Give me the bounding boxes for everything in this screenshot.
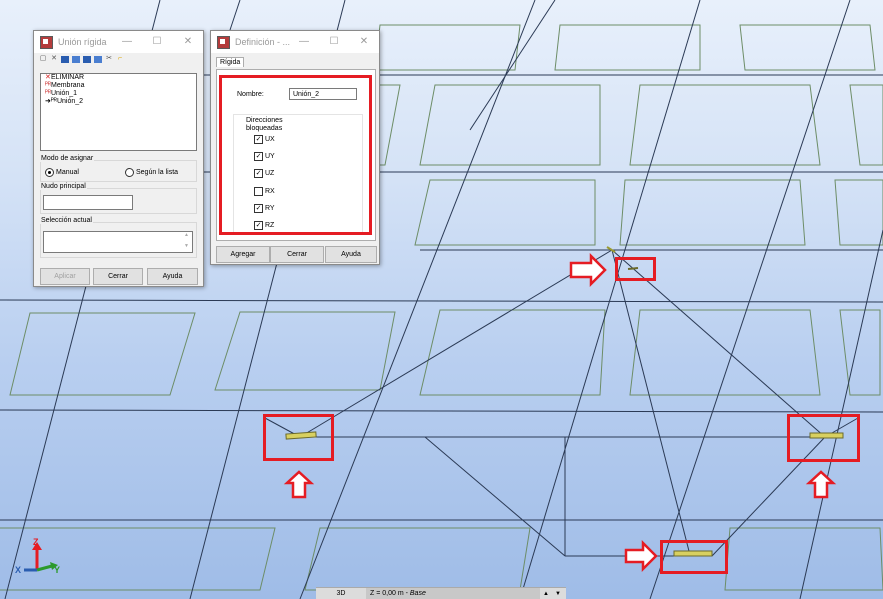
highlight-top-link [615,257,656,281]
rigid-link-toolbar: ▢ ✕ ✂ ⌐ [34,53,203,65]
delete-icon[interactable]: ✕ [50,55,58,63]
axis-triad: Z X Y [15,537,60,575]
highlight-left-link [263,414,334,461]
by-list-radio-label: Según la lista [136,169,179,176]
detail-view-icon[interactable] [94,55,102,63]
list-item-selected[interactable]: ➜ᴾᴿUnión_2 [41,98,196,106]
current-pointer-icon: ➜ᴾᴿ [45,98,57,105]
list-item[interactable]: ✕ELIMINAR [41,74,196,82]
level-up-icon[interactable]: ▲ [540,588,552,599]
grid-view-icon[interactable] [83,55,91,63]
help-button[interactable]: Ayuda [147,268,198,285]
assign-mode-group: Modo de asignar Manual Según la lista [40,155,197,182]
rigid-links [285,246,844,557]
radio-dot[interactable] [125,168,134,177]
radio-dot[interactable] [45,168,54,177]
list-view-icon[interactable] [61,55,69,63]
arrow-up-icon [805,470,837,499]
minimize-button[interactable]: — [291,31,317,53]
arrow-right-icon [569,252,607,288]
current-selection-input[interactable] [43,231,193,253]
highlight-bottom-link [660,540,728,574]
rigid-link-titlebar[interactable]: Unión rígida — ☐ ✕ [34,31,203,53]
main-node-input[interactable] [43,195,133,210]
list-item-label: ELIMINAR [51,74,85,81]
current-level[interactable]: Z = 0,00 m - Base [366,588,540,599]
close-window-button[interactable]: ✕ [175,31,201,53]
assign-mode-label: Modo de asignar [40,155,95,162]
maximize-button[interactable]: ☐ [321,31,347,53]
list-item-label: Membrana [51,82,85,89]
close-button[interactable]: Cerrar [270,246,324,263]
maximize-button[interactable]: ☐ [144,31,170,53]
manual-radio[interactable]: Manual [45,168,79,177]
truss-lines [264,249,859,557]
by-list-radio[interactable]: Según la lista [125,168,178,177]
status-bar: 3D Z = 0,00 m - Base ▲ ▼ [316,587,566,599]
view-mode-label[interactable]: 3D [316,588,366,599]
axis-x-label: X [15,565,21,575]
add-button[interactable]: Agregar [216,246,270,263]
app-icon [217,35,230,49]
list-item-label: Unión_1 [51,90,78,97]
rigid-link-title: Unión rígida [58,37,107,47]
callout-arrows [283,252,837,573]
main-node-group: Nudo principal [40,183,197,214]
scroll-up-icon[interactable]: ▲ [184,232,189,238]
arrow-right-icon [624,539,658,573]
scroll-down-icon[interactable]: ▼ [184,243,189,249]
current-selection-label: Selección actual [40,217,93,224]
rigid-link-window[interactable]: Unión rígida — ☐ ✕ ▢ ✕ ✂ ⌐ ✕ELIMINAR ᴾᴿM… [33,30,204,287]
level-prefix: Z = 0,00 m - [370,590,408,597]
type-list[interactable]: ✕ELIMINAR ᴾᴿMembrana ᴾᴿUnión_1 ➜ᴾᴿUnión_… [40,73,197,151]
close-window-button[interactable]: ✕ [351,31,377,53]
structural-3d-view[interactable]: Z X Y Unión rígida — ☐ ✕ ▢ ✕ ✂ ⌐ ✕ELIMIN… [0,0,883,599]
list-item-label: Unión_2 [56,98,84,105]
highlight-right-link [787,414,860,462]
current-selection-group: Selección actual ▲ ▼ [40,217,197,258]
highlight-definition-panel [219,75,372,235]
axis-z-label: Z [33,537,39,547]
new-document-icon[interactable]: ▢ [39,55,47,63]
list-item[interactable]: ᴾᴿMembrana [41,82,196,90]
cut-icon[interactable]: ✂ [105,55,113,63]
help-button[interactable]: Ayuda [325,246,377,263]
table-view-icon[interactable] [72,55,80,63]
definition-title: Definición - ... [235,37,291,47]
main-node-label: Nudo principal [40,183,87,190]
level-name: Base [409,590,426,597]
tab-rigida[interactable]: Rígida [216,57,245,67]
axis-y-label: Y [54,565,60,575]
apply-button[interactable]: Aplicar [40,268,90,285]
list-item[interactable]: ᴾᴿUnión_1 [41,90,196,98]
close-button[interactable]: Cerrar [93,268,143,285]
arrow-up-icon [283,470,315,499]
level-down-icon[interactable]: ▼ [552,588,564,599]
definition-window[interactable]: Definición - ... — ☐ ✕ Rígida Nombre: Un… [210,30,380,265]
app-icon [40,35,53,49]
minimize-button[interactable]: — [114,31,140,53]
manual-radio-label: Manual [56,169,79,176]
open-folder-icon[interactable]: ⌐ [116,55,124,63]
definition-titlebar[interactable]: Definición - ... — ☐ ✕ [211,31,379,53]
